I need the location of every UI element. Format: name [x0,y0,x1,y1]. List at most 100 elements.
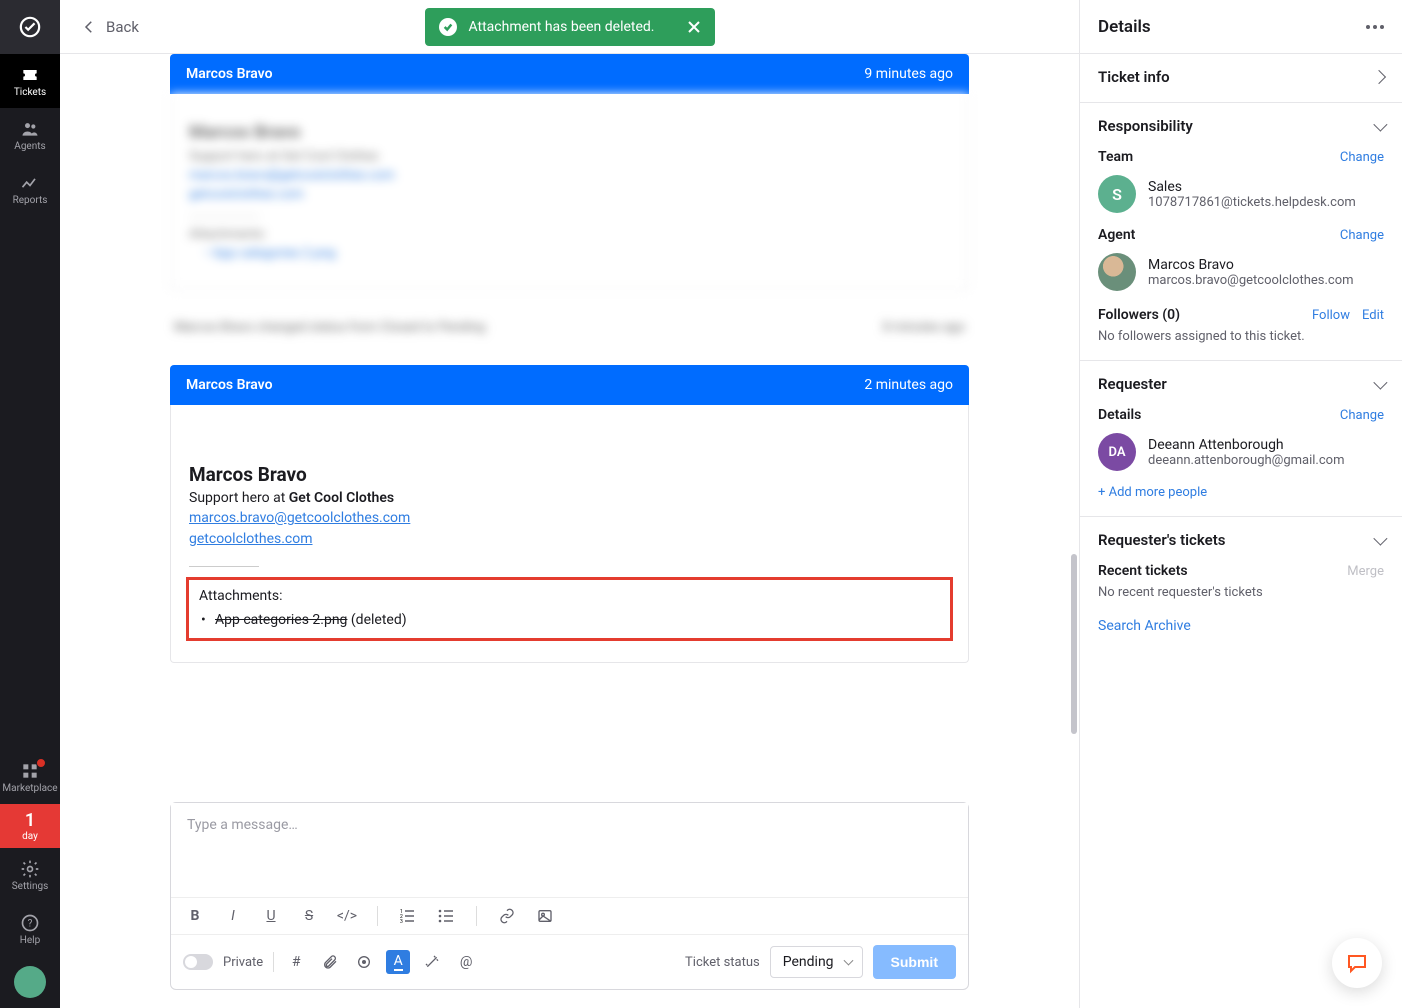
change-team-link[interactable]: Change [1340,150,1384,165]
requester-details-label: Details [1098,407,1141,423]
nav-agents-label: Agents [14,141,45,152]
details-panel: Details Ticket info Responsibility Team … [1080,0,1402,1008]
link-button[interactable] [495,904,519,928]
requester-email: deeann.attenborough@gmail.com [1148,453,1344,468]
message-time: 9 minutes ago [864,66,953,82]
underline-button[interactable]: U [259,904,283,928]
team-name: Sales [1148,179,1356,195]
details-header: Details [1080,0,1402,54]
notification-badge [36,758,46,768]
message-input[interactable] [171,803,968,893]
bold-button[interactable]: B [183,904,207,928]
nav-tickets-label: Tickets [14,87,46,98]
back-button[interactable]: Back [80,18,139,36]
no-recent-text: No recent requester's tickets [1098,585,1384,600]
toast-notification: Attachment has been deleted. [425,8,715,46]
nav-settings[interactable]: Settings [0,848,60,902]
section-title: Requester [1098,375,1167,393]
nav-help[interactable]: ? Help [0,902,60,956]
message-body-blurred: Marcos Bravo Support hero at Get Cool Cl… [170,94,969,290]
agent-email: marcos.bravo@getcoolclothes.com [1148,273,1354,288]
message-author: Marcos Bravo [186,377,273,393]
ordered-list-button[interactable]: 123 [396,904,420,928]
magic-button[interactable] [420,950,444,974]
signature-site-link[interactable]: getcoolclothes.com [189,529,950,550]
nav-marketplace[interactable]: Marketplace [0,750,60,804]
agent-entity: Marcos Bravo marcos.bravo@getcoolclothes… [1098,253,1384,291]
attachments-label: Attachments: [199,588,940,604]
nav-marketplace-label: Marketplace [2,783,57,794]
message-thread[interactable]: Marcos Bravo 9 minutes ago Marcos Bravo … [60,54,1079,784]
scrollbar-thumb[interactable] [1071,554,1077,734]
edit-followers-link[interactable]: Edit [1362,308,1384,323]
responsibility-section: Responsibility Team Change S Sales 10787… [1080,103,1402,361]
team-label: Team [1098,149,1133,165]
main-column: Back T-shirt has a Attachment has been d… [60,0,1080,1008]
chevron-down-icon [1373,118,1387,132]
success-icon [439,18,457,36]
nav-settings-label: Settings [12,881,49,892]
private-toggle[interactable] [183,954,213,970]
merge-link[interactable]: Merge [1347,564,1384,579]
user-avatar[interactable] [14,966,46,998]
attachment-item: App categories 2.png (deleted) [199,612,940,628]
team-email: 1078717861@tickets.helpdesk.com [1148,195,1356,210]
agent-avatar [1098,253,1136,291]
chat-widget-button[interactable] [1332,938,1382,988]
strike-button[interactable]: S [297,904,321,928]
svg-text:3: 3 [400,919,403,924]
signature-name: Marcos Bravo [189,463,950,486]
agent-name: Marcos Bravo [1148,257,1354,273]
code-button[interactable]: </> [335,904,359,928]
chevron-down-icon [1373,376,1387,390]
attachment-deleted-suffix: (deleted) [347,612,406,628]
ticket-info-toggle[interactable]: Ticket info [1098,68,1384,86]
nav-agents[interactable]: Agents [0,108,60,162]
record-button[interactable] [352,950,376,974]
ticket-status-select[interactable]: Pending [770,946,863,978]
requester-tickets-section: Requester's tickets Recent tickets Merge… [1080,517,1402,650]
search-archive-link[interactable]: Search Archive [1098,618,1384,634]
attach-button[interactable] [318,950,342,974]
requester-avatar: DA [1098,433,1136,471]
responsibility-toggle[interactable]: Responsibility [1098,117,1384,135]
requester-section: Requester Details Change DA Deeann Atten… [1080,361,1402,517]
unordered-list-button[interactable] [434,904,458,928]
message-card: Marcos Bravo 2 minutes ago Marcos Bravo … [170,365,969,663]
requester-tickets-toggle[interactable]: Requester's tickets [1098,531,1384,549]
message-body: Marcos Bravo Support hero at Get Cool Cl… [170,405,969,663]
toast-close-button[interactable] [687,20,701,34]
section-title: Responsibility [1098,117,1193,135]
requester-toggle[interactable]: Requester [1098,375,1384,393]
nav-tickets[interactable]: Tickets [0,54,60,108]
more-options-button[interactable] [1366,25,1384,29]
mention-button[interactable]: @ [454,950,478,974]
nav-reports[interactable]: Reports [0,162,60,216]
team-avatar: S [1098,175,1136,213]
change-agent-link[interactable]: Change [1340,228,1384,243]
team-entity: S Sales 1078717861@tickets.helpdesk.com [1098,175,1384,213]
svg-text:?: ? [28,918,33,929]
section-title: Requester's tickets [1098,531,1225,549]
message-time: 2 minutes ago [864,377,953,393]
trial-counter[interactable]: 1 day [0,804,60,848]
add-people-link[interactable]: + Add more people [1098,485,1384,500]
app-logo[interactable] [0,0,60,54]
requester-name: Deeann Attenborough [1148,437,1344,453]
format-toolbar: B I U S </> 123 [171,897,968,935]
hashtag-button[interactable]: # [284,950,308,974]
submit-button[interactable]: Submit [873,945,956,979]
composer: B I U S </> 123 Private # [170,802,969,990]
status-change-event: Marcos Bravo changed status from Closed … [170,290,969,365]
chevron-right-icon [1372,70,1386,84]
signature-email-link[interactable]: marcos.bravo@getcoolclothes.com [189,508,950,529]
follow-link[interactable]: Follow [1312,308,1350,323]
change-requester-link[interactable]: Change [1340,408,1384,423]
trial-days-unit: day [0,831,60,842]
italic-button[interactable]: I [221,904,245,928]
image-button[interactable] [533,904,557,928]
trial-days-number: 1 [0,810,60,831]
no-followers-text: No followers assigned to this ticket. [1098,329,1384,344]
text-color-button[interactable]: A [386,950,410,974]
agent-label: Agent [1098,227,1135,243]
